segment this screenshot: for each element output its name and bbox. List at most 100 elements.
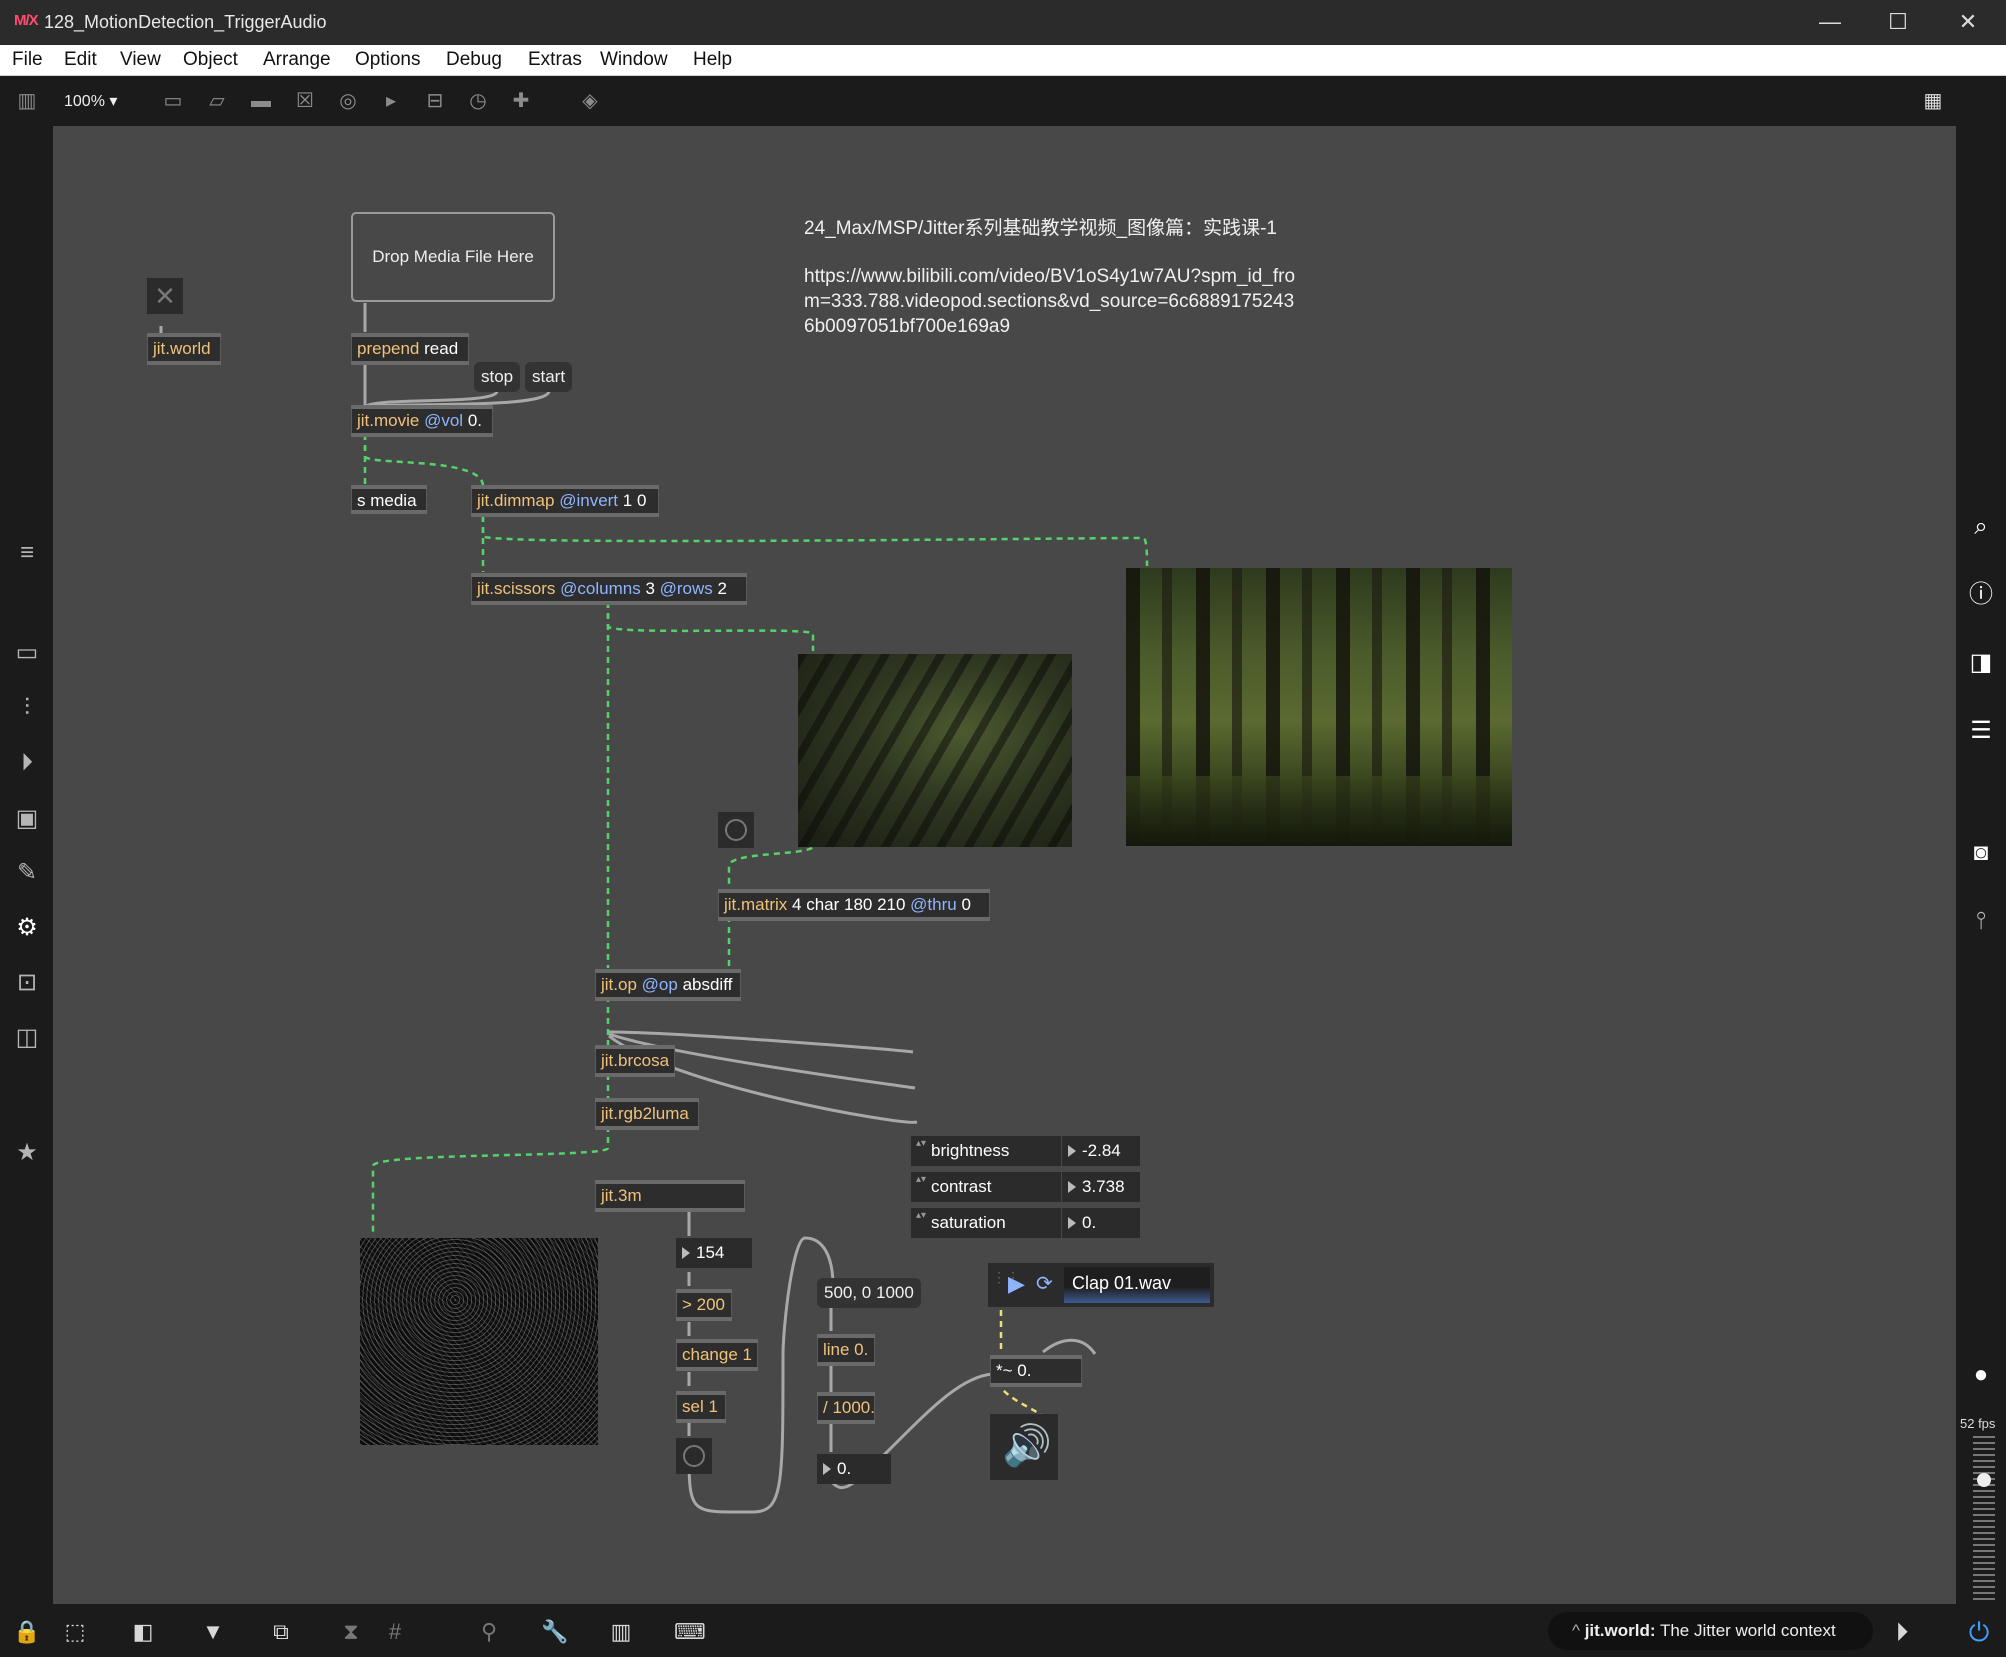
new-comment-icon[interactable]: ▬ — [246, 86, 276, 116]
menu-object[interactable]: Object — [183, 49, 238, 71]
loop-icon[interactable]: ⟳ — [1036, 1271, 1053, 1296]
new-object-icon[interactable]: ▭ — [158, 86, 188, 116]
menu-arrange[interactable]: Arrange — [263, 49, 331, 71]
mixer-icon[interactable]: ⫯ — [1964, 904, 1998, 938]
line-message[interactable]: 500, 0 1000 — [817, 1278, 921, 1308]
grid-view-icon[interactable]: ▦ — [1918, 86, 1948, 116]
start-message[interactable]: start — [525, 362, 573, 392]
device-icon[interactable]: ⊡ — [10, 966, 44, 1000]
prepend-object[interactable]: prepend read — [351, 333, 469, 365]
new-dial-icon[interactable]: ◷ — [463, 86, 493, 116]
attrui-brightness-label[interactable]: brightness — [911, 1136, 1061, 1166]
video-icon[interactable]: ⏵ — [10, 746, 44, 780]
jit-matrix-attr: @thru — [910, 895, 957, 914]
paint-bucket-icon[interactable]: ◈ — [575, 86, 605, 116]
reference-book-icon[interactable]: ◨ — [1964, 646, 1998, 680]
close-button[interactable]: ✕ — [1940, 6, 1996, 40]
menu-options[interactable]: Options — [355, 49, 420, 71]
menu-extras[interactable]: Extras — [528, 49, 582, 71]
audio-power-icon[interactable]: ⏻ — [1964, 1617, 1994, 1647]
matrix-bang[interactable] — [718, 812, 754, 848]
list-icon[interactable]: ☰ — [1964, 714, 1998, 748]
debug-icon[interactable]: ⚲ — [474, 1617, 504, 1647]
keyboard-icon[interactable]: ⌨ — [674, 1617, 706, 1647]
jit-brcosa-object[interactable]: jit.brcosa — [595, 1045, 675, 1077]
browse-icon[interactable]: ▭ — [10, 636, 44, 670]
add-object-icon[interactable]: ✚ — [506, 86, 536, 116]
attrui-saturation-value[interactable]: 0. — [1062, 1208, 1140, 1238]
menu-view[interactable]: View — [120, 49, 161, 71]
zoom-select[interactable]: 100% ▾ — [64, 91, 117, 111]
image-icon[interactable]: ▣ — [10, 802, 44, 836]
line-object[interactable]: line 0. — [817, 1334, 875, 1366]
jit-scissors-object[interactable]: jit.scissors @columns 3 @rows 2 — [471, 573, 747, 605]
jit-matrix-object[interactable]: jit.matrix 4 char 180 210 @thru 0 — [718, 889, 990, 921]
change-object[interactable]: change 1 — [676, 1339, 758, 1371]
favorites-star-icon[interactable]: ★ — [10, 1136, 44, 1170]
ezdac-object[interactable]: 🔊 — [990, 1414, 1058, 1480]
wrench-icon[interactable]: 🔧 — [540, 1617, 570, 1647]
menu-file[interactable]: File — [12, 49, 43, 71]
presentation-select-icon[interactable]: ⬚ — [60, 1617, 90, 1647]
jit-world-object[interactable]: jit.world — [147, 333, 221, 365]
piano-icon[interactable]: ▥ — [606, 1617, 636, 1647]
jit-rgb2luma-object[interactable]: jit.rgb2luma — [595, 1098, 699, 1130]
menu-lines-icon[interactable]: ≡ — [10, 536, 44, 570]
play-icon[interactable]: ▶ — [1008, 1271, 1025, 1297]
volume-meter[interactable] — [1973, 1436, 1995, 1601]
presentation-mode-icon[interactable]: ◧ — [128, 1617, 158, 1647]
stop-message[interactable]: stop — [474, 362, 521, 392]
record-icon[interactable]: ● — [1964, 1358, 1998, 1392]
grid-icon[interactable]: # — [380, 1617, 410, 1647]
attrui-saturation-label[interactable]: saturation — [911, 1208, 1061, 1238]
signal-multiply-object[interactable]: *~ 0. — [990, 1355, 1082, 1387]
present-icon[interactable]: ▼ — [198, 1617, 228, 1647]
trigger-bang[interactable] — [676, 1438, 712, 1474]
send-media-object[interactable]: s media — [351, 485, 427, 514]
jit-3m-object[interactable]: jit.3m — [595, 1180, 745, 1212]
windows-icon[interactable]: ⧉ — [266, 1617, 296, 1647]
jit-scissors-arg-rows: 2 — [717, 579, 727, 598]
jit-movie-object[interactable]: jit.movie @vol 0. — [351, 405, 493, 437]
attrui-contrast-label[interactable]: contrast — [911, 1172, 1061, 1202]
new-button-icon[interactable]: ☒ — [290, 86, 320, 116]
menu-help[interactable]: Help — [693, 49, 732, 71]
dropfile-area[interactable]: Drop Media File Here — [351, 212, 555, 302]
status-pill: ^ jit.world: The Jitter world context — [1548, 1612, 1873, 1650]
divide-object[interactable]: / 1000. — [817, 1392, 875, 1424]
snap-icon[interactable]: ⧗ — [336, 1617, 366, 1647]
plugin-icon[interactable]: ⚙ — [10, 911, 44, 945]
new-number-icon[interactable]: ▸ — [376, 86, 406, 116]
attrui-brightness-value[interactable]: -2.84 — [1062, 1136, 1140, 1166]
volume-slider-knob[interactable] — [1977, 1473, 1991, 1487]
attrui-contrast-value[interactable]: 3.738 — [1062, 1172, 1140, 1202]
new-toggle-icon[interactable]: ◎ — [333, 86, 363, 116]
maximize-button[interactable]: ☐ — [1870, 6, 1926, 40]
menu-window[interactable]: Window — [600, 49, 668, 71]
menu-debug[interactable]: Debug — [446, 49, 502, 71]
new-message-icon[interactable]: ▱ — [202, 86, 232, 116]
jit-dimmap-object[interactable]: jit.dimmap @invert 1 0 — [471, 485, 659, 517]
patcher-canvas[interactable]: 24_Max/MSP/Jitter系列基础教学视频_图像篇：实践课-1 http… — [53, 126, 1956, 1604]
audio-icon[interactable]: ⫶ — [10, 691, 44, 725]
transport-play-icon[interactable]: ⏵ — [1887, 1617, 1917, 1647]
new-slider-icon[interactable]: ⊟ — [420, 86, 450, 116]
info-icon[interactable]: ⓘ — [1964, 578, 1998, 612]
cord-sfplay-right — [1042, 1338, 1097, 1355]
lock-icon[interactable]: 🔒 — [12, 1617, 42, 1647]
search-icon[interactable]: ⌕ — [1964, 510, 1998, 544]
jit-op-object[interactable]: jit.op @op absdiff — [595, 969, 741, 1001]
minimize-button[interactable]: — — [1802, 6, 1858, 40]
camera-icon[interactable]: ◙ — [1964, 836, 1998, 870]
caret-icon: ^ — [1572, 1621, 1585, 1640]
playlist-object[interactable]: ⋮⋮ ▶ ⟳ Clap 01.wav — [988, 1263, 1214, 1307]
sidebar-toggle-icon[interactable]: ▥ — [12, 86, 42, 116]
gain-number-box[interactable]: 0. — [817, 1454, 891, 1484]
clip-icon[interactable]: ✎ — [10, 856, 44, 890]
greater-than-object[interactable]: > 200 — [676, 1289, 732, 1321]
menu-edit[interactable]: Edit — [64, 49, 97, 71]
world-toggle[interactable]: ✕ — [147, 278, 183, 314]
mean-number-box[interactable]: 154 — [676, 1238, 752, 1268]
sel-object[interactable]: sel 1 — [676, 1391, 726, 1423]
snapshot-icon[interactable]: ◫ — [10, 1021, 44, 1055]
